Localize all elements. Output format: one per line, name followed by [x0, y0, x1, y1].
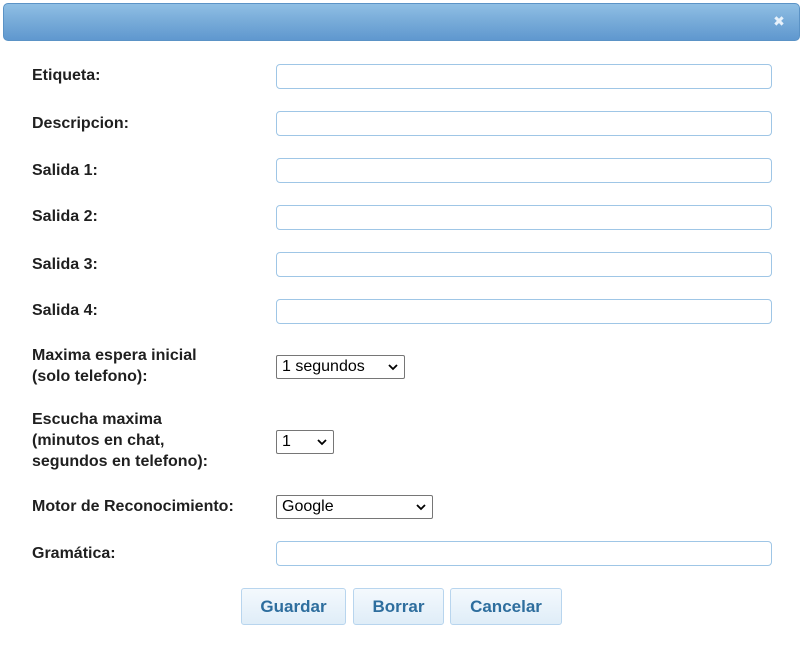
label-salida-2: Salida 2:	[32, 208, 98, 225]
chevron-down-icon	[388, 364, 398, 371]
label-motor-reconocimiento: Motor de Reconocimiento:	[32, 498, 234, 515]
dialog-titlebar[interactable]: ✖	[3, 3, 800, 41]
etiqueta-input[interactable]	[276, 64, 772, 89]
label-salida-3: Salida 3:	[32, 256, 98, 273]
chevron-down-icon	[317, 439, 327, 446]
descripcion-input[interactable]	[276, 111, 772, 136]
cancelar-button[interactable]: Cancelar	[450, 588, 562, 625]
salida-4-input[interactable]	[276, 299, 772, 324]
escucha-maxima-value: 1	[282, 433, 291, 450]
label-escucha-maxima: Escucha maxima (minutos en chat, segundo…	[32, 411, 208, 470]
escucha-maxima-select[interactable]: 1	[276, 430, 334, 454]
label-salida-1: Salida 1:	[32, 162, 98, 179]
salida-3-input[interactable]	[276, 252, 772, 277]
borrar-button[interactable]: Borrar	[353, 588, 444, 625]
chevron-down-icon	[416, 504, 426, 511]
label-descripcion: Descripcion:	[32, 115, 129, 132]
label-salida-4: Salida 4:	[32, 302, 98, 319]
salida-2-input[interactable]	[276, 205, 772, 230]
dialog: ✖ Etiqueta: Descripcion: Salida 1: Salid…	[0, 0, 804, 671]
motor-reconocimiento-value: Google	[282, 498, 334, 515]
label-maxima-espera: Maxima espera inicial (solo telefono):	[32, 347, 197, 385]
close-icon[interactable]: ✖	[771, 13, 787, 29]
motor-reconocimiento-select[interactable]: Google	[276, 495, 433, 519]
label-gramatica: Gramática:	[32, 545, 116, 562]
guardar-button[interactable]: Guardar	[241, 588, 346, 625]
salida-1-input[interactable]	[276, 158, 772, 183]
maxima-espera-select[interactable]: 1 segundos	[276, 355, 405, 379]
gramatica-input[interactable]	[276, 541, 772, 566]
label-etiqueta: Etiqueta:	[32, 67, 101, 84]
maxima-espera-value: 1 segundos	[282, 358, 365, 375]
